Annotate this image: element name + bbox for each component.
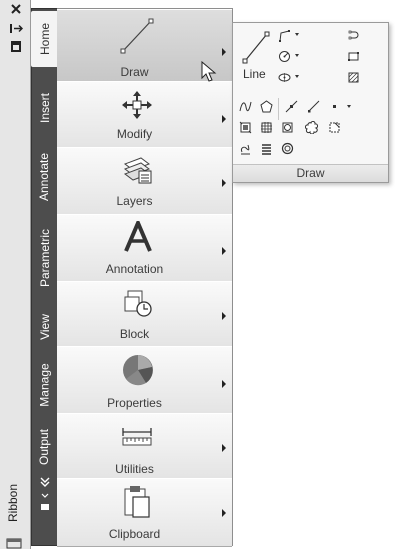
panel-properties[interactable]: Properties (57, 346, 232, 414)
donut-icon (281, 142, 294, 155)
table-icon (262, 144, 271, 155)
panel-clipboard[interactable]: Clipboard (57, 478, 232, 547)
ellipse-icon (278, 73, 291, 82)
hatch-tool-button[interactable] (345, 69, 362, 86)
point-icon (333, 105, 336, 108)
arc-tool-button[interactable] (345, 27, 362, 44)
line-icon (120, 18, 154, 54)
hatch-icon (348, 72, 359, 83)
point-tool-button[interactable] (326, 98, 343, 115)
tab-output[interactable]: Output (32, 417, 57, 477)
boundary-tool-button[interactable] (258, 119, 275, 136)
palette-frame: Ribbon (0, 0, 31, 549)
xline-icon (285, 100, 298, 113)
tab-view[interactable]: View (32, 301, 57, 353)
polyline-tool-button[interactable] (276, 27, 293, 44)
autohide-icon[interactable] (9, 22, 24, 35)
panel-modify[interactable]: Modify (57, 81, 232, 148)
tab-insert[interactable]: Insert (32, 77, 57, 139)
panel-block[interactable]: Block (57, 281, 232, 347)
polyline-icon (279, 30, 290, 42)
circle-dropdown-arrow[interactable] (294, 50, 301, 60)
revision-cloud-tool-button[interactable] (303, 119, 320, 136)
ribbon-title: Ribbon (6, 483, 20, 523)
tab-manage[interactable]: Manage (32, 353, 57, 417)
wipeout-tool-button[interactable] (326, 119, 343, 136)
ellipse-dropdown-arrow[interactable] (294, 71, 301, 81)
close-icon[interactable] (9, 3, 23, 16)
panel-label: Layers (116, 194, 153, 208)
panel-label: Block (119, 327, 150, 341)
ribbon-palette-icon (6, 536, 22, 549)
polygon-tool-button[interactable] (258, 98, 275, 115)
ray-icon (308, 100, 320, 113)
block-icon (124, 290, 152, 317)
spline-icon (239, 101, 252, 112)
panel-expand-arrow-icon[interactable] (222, 48, 226, 56)
rectangle-tool-button[interactable] (345, 48, 362, 65)
spline-tool-button[interactable] (237, 98, 254, 115)
ellipse-tool-button[interactable] (276, 69, 293, 86)
clipboard-icon (124, 486, 150, 518)
ray-tool-button[interactable] (305, 98, 322, 115)
circle-icon (279, 51, 290, 62)
panel-label: Modify (116, 127, 153, 141)
mouse-cursor-icon (201, 61, 217, 82)
construction-line-tool-button[interactable] (283, 98, 300, 115)
line-icon (242, 31, 270, 64)
panel-expand-arrow-icon[interactable] (222, 312, 226, 320)
panel-expand-arrow-icon[interactable] (222, 115, 226, 123)
wipeout-icon (329, 122, 340, 133)
panel-utilities[interactable]: Utilities (57, 413, 232, 479)
point-dropdown-arrow[interactable] (346, 101, 353, 111)
arc-icon (348, 30, 359, 40)
tab-annotate[interactable]: Annotate (32, 141, 57, 213)
gradient-icon (239, 121, 252, 134)
panel-expand-arrow-icon[interactable] (222, 247, 226, 255)
ribbon-panels: Draw Modify Layers Annotation Block Prop… (57, 8, 233, 547)
text-icon (124, 221, 152, 252)
ribbon-tab-bar: Home Insert Annotate Parametric View Man… (31, 8, 58, 546)
donut-tool-button[interactable] (279, 140, 296, 157)
panel-expand-arrow-icon[interactable] (222, 179, 226, 187)
circle-tool-button[interactable] (276, 48, 293, 65)
helix-tool-button[interactable] (237, 140, 254, 157)
boundary-icon (261, 122, 272, 133)
properties-icon (123, 355, 153, 386)
polygon-icon (260, 100, 273, 113)
rectangle-icon (348, 52, 359, 61)
tab-home[interactable]: Home (31, 11, 58, 67)
panel-expand-arrow-icon[interactable] (222, 380, 226, 388)
measure-icon (122, 428, 152, 446)
region-tool-button[interactable] (279, 119, 296, 136)
panel-expand-arrow-icon[interactable] (222, 444, 226, 452)
table-tool-button[interactable] (258, 140, 275, 157)
panel-expand-arrow-icon[interactable] (222, 509, 226, 517)
panel-label: Clipboard (108, 527, 161, 541)
panel-label: Properties (107, 396, 162, 410)
panel-label: Utilities (115, 462, 154, 476)
revcloud-icon (305, 121, 318, 134)
helix-icon (241, 144, 250, 155)
panel-layers[interactable]: Layers (57, 147, 232, 215)
layers-icon (123, 157, 152, 184)
move-icon (122, 91, 152, 119)
panel-label: Annotation (105, 262, 164, 276)
line-tool-label: Line (243, 67, 266, 81)
flyout-title: Draw (233, 164, 388, 182)
panel-label: Draw (120, 65, 149, 79)
panel-annotation[interactable]: Annotation (57, 214, 232, 282)
draw-panel-flyout: Line Draw (232, 22, 389, 183)
separator (278, 98, 279, 120)
properties-menu-icon[interactable] (9, 40, 23, 53)
tab-overflow-controls[interactable] (36, 474, 53, 514)
gradient-tool-button[interactable] (237, 119, 254, 136)
region-icon (282, 122, 293, 133)
polyline-dropdown-arrow[interactable] (294, 29, 301, 39)
tab-parametric[interactable]: Parametric (32, 215, 57, 301)
